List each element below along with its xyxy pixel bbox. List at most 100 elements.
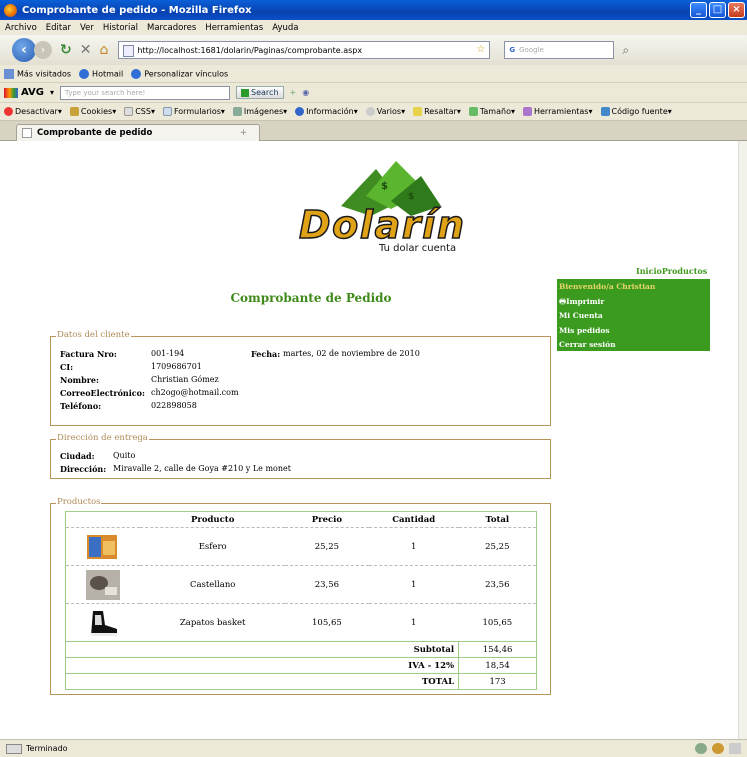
menu-archivo[interactable]: Archivo [5,23,37,33]
menu-herramientas[interactable]: Herramientas [205,23,263,33]
dev-formularios[interactable]: Formularios▾ [162,107,225,116]
subtotal-label: Subtotal [65,641,459,658]
menu-mi-cuenta[interactable]: Mi Cuenta [559,309,708,324]
dev-herramientas[interactable]: Herramientas▾ [522,107,593,116]
tab-strip: Comprobante de pedido + [0,121,747,141]
url-bar[interactable]: http://localhost:1681/dolarin/Paginas/co… [118,41,491,59]
close-button[interactable]: × [728,2,745,18]
page-content: $ $ Dolarín Tu dolar cuenta InicioProduc… [0,141,738,739]
svg-text:$: $ [408,192,414,202]
total-cell: 105,65 [458,603,537,642]
bookmarks-toolbar: Más visitados Hotmail Personalizar víncu… [0,65,747,83]
productos-fieldset: Productos Producto Precio Cantidad Total… [50,497,551,695]
cliente-legend: Datos del cliente [56,330,131,340]
vertical-scrollbar[interactable] [738,141,747,739]
dev-varios[interactable]: Varios▾ [365,107,405,116]
minimize-button[interactable]: _ [690,2,707,18]
bookmark-personalizar[interactable]: Personalizar vínculos [131,68,228,79]
fecha-value: martes, 02 de noviembre de 2010 [283,349,420,358]
cantidad-cell: 1 [368,565,459,604]
dolarin-logo[interactable]: $ $ Dolarín Tu dolar cuenta [281,161,481,256]
link-inicio[interactable]: Inicio [636,266,662,276]
productos-legend: Productos [56,497,102,507]
avg-plus-icon[interactable]: + [290,88,297,97]
fecha-label: Fecha: [251,349,281,359]
dev-imagenes[interactable]: Imágenes▾ [232,107,287,116]
logo-tagline: Tu dolar cuenta [378,243,456,254]
avg-toolbar: AVG ▾ Type your search here! Search + ◉ [0,83,747,103]
avg-settings-icon[interactable]: ◉ [302,88,309,97]
reload-icon[interactable]: ↻ [60,42,72,58]
direccion-label: Dirección: [60,464,107,474]
search-icon[interactable]: ⌕ [622,43,629,58]
menu-editar[interactable]: Editar [46,23,71,33]
avg-logo[interactable]: AVG [4,87,44,98]
iva-row: IVA - 12% 18,54 [65,657,537,674]
precio-cell: 23,56 [285,565,369,604]
dev-tamano[interactable]: Tamaño▾ [468,107,515,116]
total-label: TOTAL [65,673,459,690]
navigation-toolbar: ‹ › ↻ ✕ ⌂ http://localhost:1681/dolarin/… [0,35,747,65]
esfero-image [87,534,118,559]
productos-table: Producto Precio Cantidad Total Esfero 25… [65,511,537,690]
avg-search-placeholder: Type your search here! [65,88,146,97]
cantidad-cell: 1 [368,527,459,566]
menu-cerrar-sesion[interactable]: Cerrar sesión [559,338,708,353]
precio-cell: 25,25 [285,527,369,566]
status-text: Terminado [26,744,68,753]
new-tab-icon[interactable]: + [240,128,247,138]
bookmark-hotmail[interactable]: Hotmail [79,68,123,79]
window-title: Comprobante de pedido - Mozilla Firefox [22,4,252,16]
dev-desactivar[interactable]: Desactivar▾ [4,107,62,116]
stop-icon[interactable]: ✕ [80,42,92,58]
nombre-label: Nombre: [60,375,99,385]
menu-ayuda[interactable]: Ayuda [272,23,298,33]
bookmark-mas-visitados[interactable]: Más visitados [4,68,71,79]
bookmark-star-icon[interactable]: ☆ [476,44,485,55]
menu-historial[interactable]: Historial [103,23,138,33]
dev-codigo-fuente[interactable]: Código fuente▾ [600,107,672,116]
subtotal-value: 154,46 [458,641,537,658]
monkey-icon[interactable] [712,743,724,754]
status-icon [6,743,22,754]
dev-resaltar[interactable]: Resaltar▾ [413,107,461,116]
table-row: Castellano 23,56 1 23,56 [65,565,537,604]
avg-dropdown-icon[interactable]: ▾ [50,88,54,97]
user-menu: Bienvenido/a Christian 🖶Imprimir Mi Cuen… [557,279,710,351]
table-row: Esfero 25,25 1 25,25 [65,527,537,566]
iva-label: IVA - 12% [65,657,459,674]
maximize-button[interactable]: □ [709,2,726,18]
avg-search-input[interactable]: Type your search here! [60,85,231,100]
tab-comprobante[interactable]: Comprobante de pedido + [16,124,260,141]
addon-icon[interactable] [695,743,707,754]
menu-ver[interactable]: Ver [80,23,94,33]
total-cell: 25,25 [458,527,537,566]
telefono-label: Teléfono: [60,401,102,411]
header-cantidad: Cantidad [392,514,436,525]
ci-label: CI: [60,362,74,372]
menu-marcadores[interactable]: Marcadores [147,23,196,33]
resize-grip-icon[interactable] [729,743,741,754]
search-placeholder: Google [519,46,544,54]
dev-css[interactable]: CSS▾ [124,107,155,116]
entrega-legend: Dirección de entrega [56,433,149,443]
total-value: 173 [458,673,537,690]
avg-search-button[interactable]: Search [236,86,284,99]
zapatos-image [91,610,118,636]
search-input[interactable]: G Google [504,41,615,59]
menu-imprimir[interactable]: 🖶Imprimir [559,295,708,310]
dev-informacion[interactable]: Información▾ [295,107,358,116]
menu-mis-pedidos[interactable]: Mis pedidos [559,324,708,339]
ciudad-label: Ciudad: [60,451,95,461]
forward-button[interactable]: › [34,41,52,59]
total-row: TOTAL 173 [65,673,537,690]
home-icon[interactable]: ⌂ [99,42,108,58]
dev-cookies[interactable]: Cookies▾ [69,107,116,116]
link-productos[interactable]: Productos [662,266,707,276]
table-row: Zapatos basket 105,65 1 105,65 [65,603,537,642]
url-text: http://localhost:1681/dolarin/Paginas/co… [137,45,363,55]
direccion-value: Miravalle 2, calle de Goya #210 y Le mon… [113,464,291,473]
factura-value: 001-194 [151,349,185,358]
iva-value: 18,54 [458,657,537,674]
back-button[interactable]: ‹ [12,38,36,62]
